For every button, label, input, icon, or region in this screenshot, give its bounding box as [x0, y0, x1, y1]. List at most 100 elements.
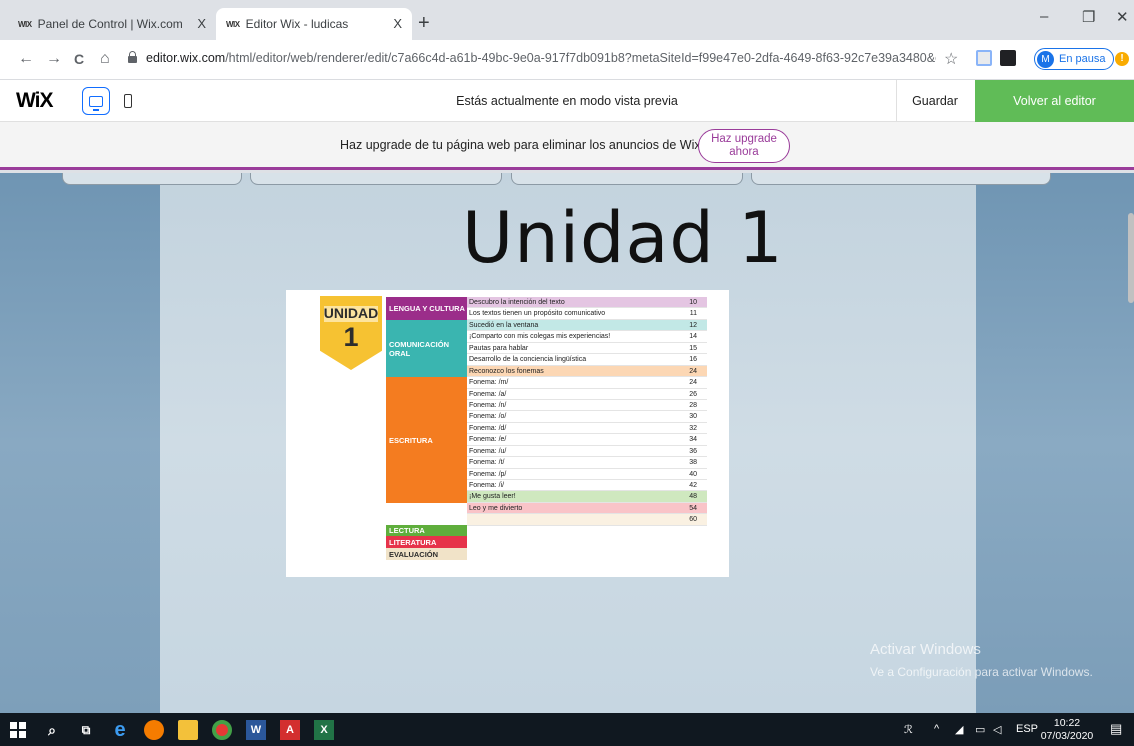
search-icon[interactable]: ⌕ [42, 720, 62, 740]
row-title: Fonema: /p/ [469, 470, 507, 478]
edge-icon[interactable]: e [110, 719, 130, 741]
site-menu-tab[interactable] [511, 173, 743, 185]
row-title: Fonema: /m/ [469, 379, 509, 387]
profile-button[interactable]: M En pausa [1034, 48, 1115, 70]
firefox-icon[interactable] [144, 720, 164, 740]
row-page-number: 12 [689, 321, 697, 329]
forward-arrow-icon[interactable]: → [46, 50, 62, 68]
row-title: Fonema: /i/ [469, 482, 505, 489]
taskbar: ⌕ ⧉ e W A X ℛ ^ ◢ ▭ ◁ ESP 10:22 07/03/20… [0, 713, 1134, 746]
row-page-number: 15 [689, 344, 697, 352]
activation-watermark-title: Activar Windows [870, 641, 981, 658]
reload-icon[interactable]: C [74, 51, 84, 67]
section-lengua-y-cultura: LENGUA Y CULTURA [386, 297, 467, 320]
row-title: Descubro la intención del texto [469, 299, 565, 306]
network-icon[interactable]: ◢ [955, 723, 963, 736]
url-host: editor.wix.com [146, 51, 226, 65]
windows-start-icon[interactable] [10, 722, 26, 738]
upgrade-button-line1: Haz upgrade [711, 133, 777, 145]
task-view-icon[interactable]: ⧉ [76, 720, 96, 740]
row-page-number: 30 [689, 413, 697, 421]
site-menu-tab[interactable] [62, 173, 242, 185]
close-window-button[interactable]: ✕ [1116, 8, 1129, 26]
tab-editor-wix[interactable]: WIX Editor Wix - ludicas X [216, 8, 412, 40]
row-title: Desarrollo de la conciencia lingüística [469, 356, 587, 364]
row-title: Fonema: /d/ [469, 424, 507, 432]
excel-icon[interactable]: X [314, 720, 334, 740]
table-row: Fonema: /i/42 [467, 480, 707, 492]
activation-watermark-text: Ve a Configuración para activar Windows. [870, 665, 1093, 679]
scrollbar[interactable] [1128, 213, 1134, 303]
volume-icon[interactable]: ◁ [993, 723, 1001, 736]
minimize-button[interactable]: – [1040, 8, 1048, 25]
tab-title: Editor Wix - ludicas [245, 17, 349, 31]
input-language[interactable]: ESP [1016, 723, 1038, 735]
bookmark-star-icon[interactable]: ☆ [944, 49, 958, 69]
extension-icon[interactable] [976, 50, 992, 66]
acrobat-icon[interactable]: A [280, 720, 300, 740]
back-arrow-icon[interactable]: ← [18, 50, 34, 68]
row-page-number: 24 [689, 379, 697, 387]
table-row: Sucedió en la ventana 12 [467, 319, 707, 332]
row-title: Los textos tienen un propósito comunicat… [469, 310, 606, 318]
table-row: Los textos tienen un propósito comunicat… [467, 308, 707, 320]
unit-badge: UNIDAD 1 [320, 296, 382, 370]
section-comunicacion-oral: COMUNICACIÓN ORAL [386, 320, 467, 377]
extension-icon[interactable] [1000, 50, 1016, 66]
update-alert-icon[interactable]: ! [1115, 52, 1129, 66]
site-menu-tab[interactable] [751, 173, 1051, 185]
section-literatura: LITERATURA [386, 536, 467, 548]
row-page-number: 32 [689, 424, 697, 432]
unit-contents-image: UNIDAD 1 LENGUA Y CULTURA COMUNICACIÓN O… [286, 290, 729, 577]
chrome-icon[interactable] [212, 720, 232, 740]
file-explorer-icon[interactable] [178, 720, 198, 740]
save-button[interactable]: Guardar [905, 94, 965, 108]
table-row: Fonema: /t/38 [467, 457, 707, 469]
tab-close-icon[interactable]: X [197, 16, 206, 31]
back-to-editor-button[interactable]: Volver al editor [975, 80, 1134, 122]
table-row: Desarrollo de la conciencia lingüística 1… [467, 354, 707, 366]
row-title: Fonema: /n/ [469, 401, 507, 409]
row-title: Sucedió en la ventana [469, 321, 539, 329]
site-menu-tab[interactable] [250, 173, 502, 185]
notifications-icon[interactable]: ▤ [1110, 721, 1122, 737]
url-path: /html/editor/web/renderer/edit/c7a66c4d-… [225, 51, 936, 65]
table-row: Fonema: /e/34 [467, 434, 707, 446]
upgrade-now-button[interactable]: Haz upgrade ahora [698, 129, 790, 163]
battery-icon[interactable]: ▭ [975, 723, 985, 736]
table-row: ¡Comparto con mis colegas mis experienci… [467, 331, 707, 343]
table-row: Fonema: /p/40 [467, 468, 707, 480]
address-bar[interactable]: editor.wix.com/html/editor/web/renderer/… [146, 51, 936, 65]
tab-panel-de-control[interactable]: WIX Panel de Control | Wix.com X [8, 8, 216, 40]
tab-title: Panel de Control | Wix.com [37, 17, 183, 31]
row-title: Reconozco los fonemas [469, 367, 544, 375]
row-title: Pautas para hablar [469, 344, 529, 352]
row-page-number: 36 [689, 447, 697, 455]
people-icon[interactable]: ℛ [904, 723, 913, 736]
row-page-number: 40 [689, 470, 697, 478]
section-escritura: ESCRITURA [386, 377, 467, 503]
table-row: ¡Me gusta leer! 48 [467, 491, 707, 503]
divider [896, 80, 897, 122]
home-icon[interactable]: ⌂ [100, 50, 110, 68]
row-title: ¡Comparto con mis colegas mis experienci… [469, 333, 611, 341]
background-panel-left [0, 173, 160, 713]
row-page-number: 38 [689, 459, 697, 467]
row-page-number: 42 [689, 482, 697, 489]
wix-preview-bar: WiX Estás actualmente en modo vista prev… [0, 80, 1134, 122]
word-icon[interactable]: W [246, 720, 266, 740]
profile-status: En pausa [1059, 53, 1106, 65]
lock-icon[interactable] [128, 51, 137, 63]
show-hidden-icons-icon[interactable]: ^ [934, 723, 939, 735]
tab-close-icon[interactable]: X [393, 16, 402, 31]
section-evaluacion: EVALUACIÓN [386, 548, 467, 560]
row-page-number: 34 [689, 436, 697, 444]
new-tab-button[interactable]: + [418, 12, 430, 35]
background-panel-right [976, 173, 1134, 713]
upgrade-button-line2: ahora [729, 146, 759, 158]
restore-button[interactable]: ❐ [1082, 8, 1095, 26]
row-title: Fonema: /u/ [469, 447, 507, 455]
clock[interactable]: 10:22 07/03/2020 [1040, 717, 1094, 743]
row-title: Leo y me divierto [469, 504, 523, 512]
browser-toolbar: ← → C ⌂ editor.wix.com/html/editor/web/r… [0, 40, 1134, 80]
